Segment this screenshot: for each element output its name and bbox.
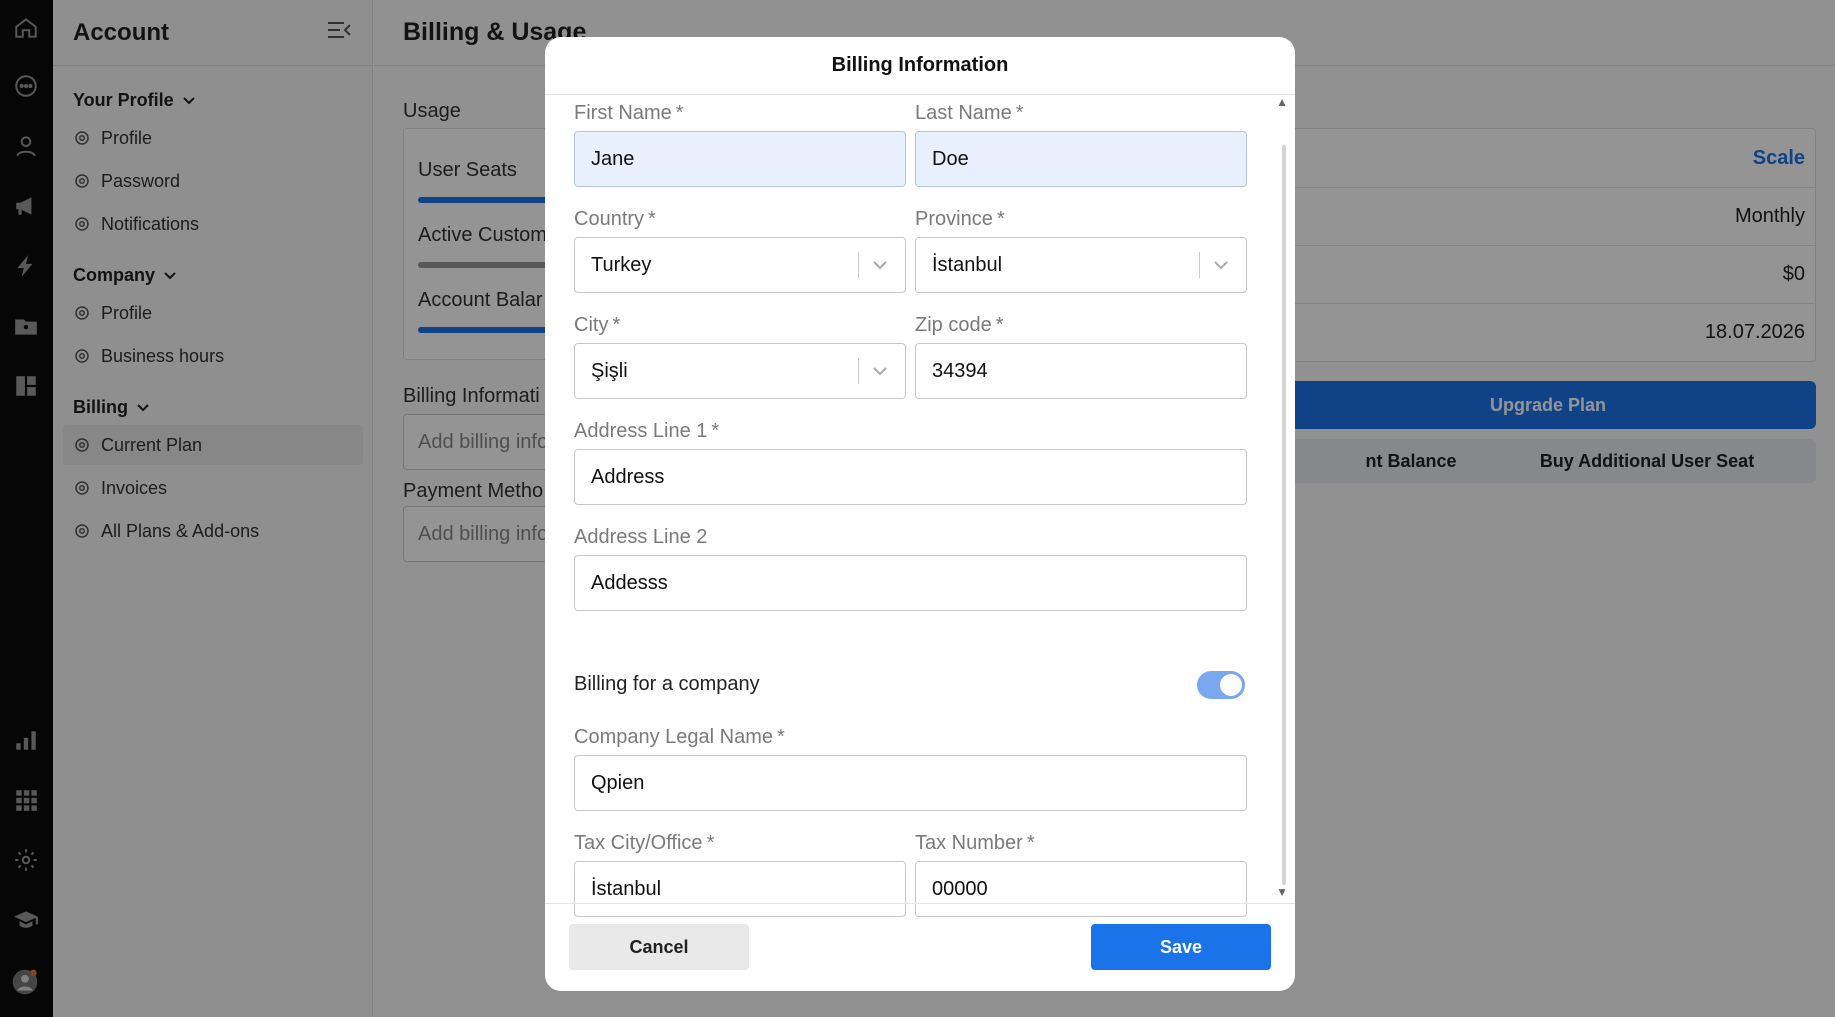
modal-title: Billing Information bbox=[545, 37, 1295, 95]
modal-body: First Name * Jane Last Name * Doe Country *… bbox=[545, 95, 1295, 917]
billing-information-modal: Billing Information First Name * Jane Las… bbox=[545, 37, 1295, 991]
company-legal-name-label: Company Legal Name * bbox=[574, 726, 785, 748]
select-separator bbox=[858, 252, 859, 278]
province-select[interactable]: İstanbul bbox=[915, 237, 1247, 293]
zip-code-field[interactable]: 34394 bbox=[915, 343, 1247, 399]
last-name-field[interactable]: Doe bbox=[915, 131, 1247, 187]
scroll-down-arrow[interactable]: ▼ bbox=[1276, 885, 1288, 899]
chevron-down-icon bbox=[873, 261, 887, 270]
address-line-1-label: Address Line 1 * bbox=[574, 420, 720, 442]
first-name-field[interactable]: Jane bbox=[574, 131, 906, 187]
address-line-2-label: Address Line 2 bbox=[574, 526, 708, 548]
toggle-knob bbox=[1220, 674, 1242, 696]
city-label: City * bbox=[574, 314, 621, 336]
select-separator bbox=[1199, 252, 1200, 278]
country-select[interactable]: Turkey bbox=[574, 237, 906, 293]
cancel-button[interactable]: Cancel bbox=[569, 924, 749, 970]
address-line-2-field[interactable]: Addesss bbox=[574, 555, 1247, 611]
modal-footer: Cancel Save bbox=[545, 903, 1295, 991]
scroll-up-arrow[interactable]: ▲ bbox=[1276, 95, 1288, 109]
chevron-down-icon bbox=[1214, 261, 1228, 270]
save-button[interactable]: Save bbox=[1091, 924, 1271, 970]
tax-number-label: Tax Number * bbox=[915, 832, 1035, 854]
province-label: Province * bbox=[915, 208, 1005, 230]
billing-company-label: Billing for a company bbox=[574, 673, 760, 695]
zip-code-label: Zip code * bbox=[915, 314, 1004, 336]
chevron-down-icon bbox=[873, 367, 887, 376]
company-legal-name-field[interactable]: Qpien bbox=[574, 755, 1247, 811]
last-name-label: Last Name * bbox=[915, 102, 1024, 124]
select-separator bbox=[858, 358, 859, 384]
modal-scrollbar[interactable] bbox=[1282, 145, 1286, 885]
address-line-1-field[interactable]: Address bbox=[574, 449, 1247, 505]
city-select[interactable]: Şişli bbox=[574, 343, 906, 399]
country-label: Country * bbox=[574, 208, 656, 230]
tax-office-label: Tax City/Office * bbox=[574, 832, 715, 854]
first-name-label: First Name * bbox=[574, 102, 684, 124]
billing-company-toggle[interactable] bbox=[1197, 671, 1245, 699]
